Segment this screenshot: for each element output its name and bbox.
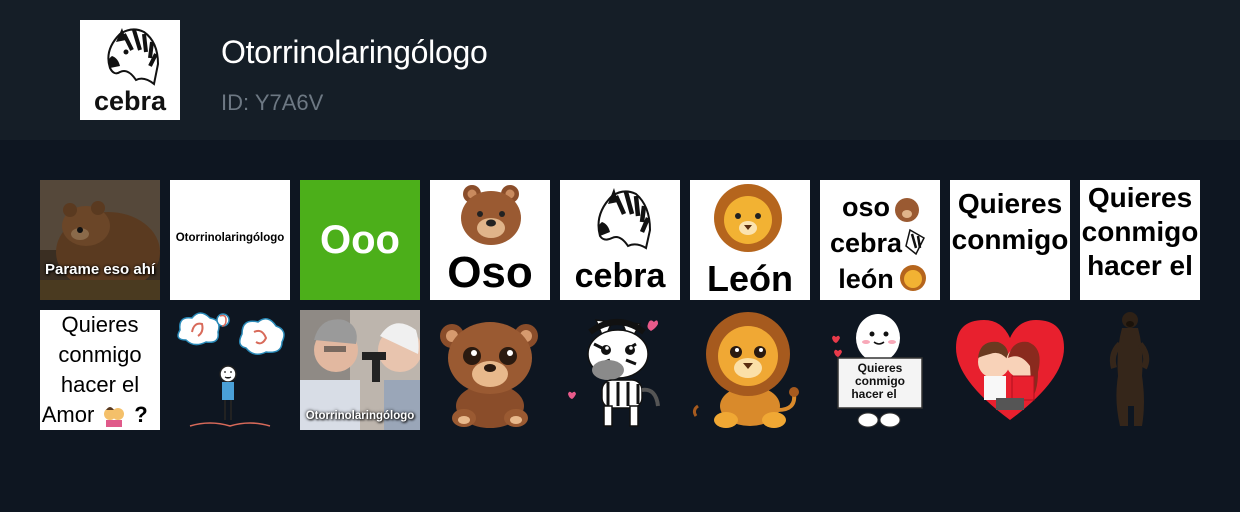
sticker-animal-list[interactable]: oso cebra león — [820, 180, 940, 300]
pack-title: Otorrinolaringólogo — [221, 34, 488, 70]
sticker-ent-doodle[interactable] — [170, 310, 290, 430]
sticker-quieres-conmigo[interactable]: Quieres conmigo — [950, 180, 1070, 300]
sticker-caption: cebra — [574, 257, 666, 295]
cartoon-zebra-icon — [568, 319, 660, 427]
animal-emoji-icons — [895, 198, 926, 291]
sticker-quieres-amor[interactable]: Quieres conmigo hacer el Amor ? — [40, 310, 160, 430]
pack-header: cebra Otorrinolaringólogo ID: Y7A6V — [0, 0, 1240, 140]
sticker-line: ? — [134, 402, 148, 427]
standing-bear-icon — [1109, 312, 1150, 426]
sticker-cebra[interactable]: cebra — [560, 180, 680, 300]
sticker-caption: Otorrinolaringólogo — [175, 232, 285, 244]
sticker-line: conmigo — [58, 342, 142, 367]
pack-id: ID: Y7A6V — [221, 90, 324, 115]
sticker-standing-bear[interactable] — [1080, 310, 1200, 430]
sticker-line: conmigo — [1081, 216, 1199, 247]
sticker-line: Quieres — [957, 188, 1063, 219]
sticker-doctor-photo[interactable]: Otorrinolaringólogo — [300, 310, 420, 430]
sticker-line: hacer el — [851, 387, 897, 401]
sticker-cartoon-zebra[interactable] — [560, 310, 680, 430]
sticker-quieres-hacer[interactable]: Quieres conmigo hacer el — [1080, 180, 1200, 300]
sticker-leon[interactable]: León — [690, 180, 810, 300]
sticker-cartoon-lion[interactable] — [690, 310, 810, 430]
sticker-oso[interactable]: Oso — [430, 180, 550, 300]
sticker-line: hacer el — [60, 372, 140, 397]
sticker-heart-couple[interactable] — [950, 310, 1070, 430]
sticker-line: Quieres — [1087, 182, 1193, 213]
heart-couple-icon — [956, 320, 1064, 420]
sticker-line: hacer el — [1087, 250, 1193, 281]
sticker-line: Amor — [41, 402, 95, 427]
sticker-ooo[interactable]: Ooo — [300, 180, 420, 300]
sticker-line: Quieres — [61, 312, 139, 337]
cartoon-lion-icon — [692, 312, 799, 428]
cartoon-bear-icon — [440, 322, 538, 428]
sticker-cartoon-bear[interactable] — [430, 310, 550, 430]
pack-icon-caption: cebra — [93, 86, 167, 116]
sticker-caption: Otorrinolaringólogo — [305, 410, 415, 422]
sticker-caption: Parame eso ahí — [44, 261, 156, 278]
sticker-text-otorrino[interactable]: Otorrinolaringólogo — [170, 180, 290, 300]
ent-doodle-icon — [177, 312, 285, 427]
pack-icon[interactable]: cebra — [80, 20, 180, 120]
sticker-line: conmigo — [951, 224, 1069, 255]
couple-kiss-icon — [104, 407, 124, 427]
sticker-ghost-sign[interactable]: Quieres conmigo hacer el — [820, 310, 940, 430]
sticker-caption: Oso — [447, 248, 533, 297]
sticker-bear-photo[interactable]: Parame eso ahí — [40, 180, 160, 300]
sticker-caption: Ooo — [320, 218, 400, 262]
bear-icon — [40, 180, 160, 300]
sticker-caption: León — [707, 258, 793, 299]
